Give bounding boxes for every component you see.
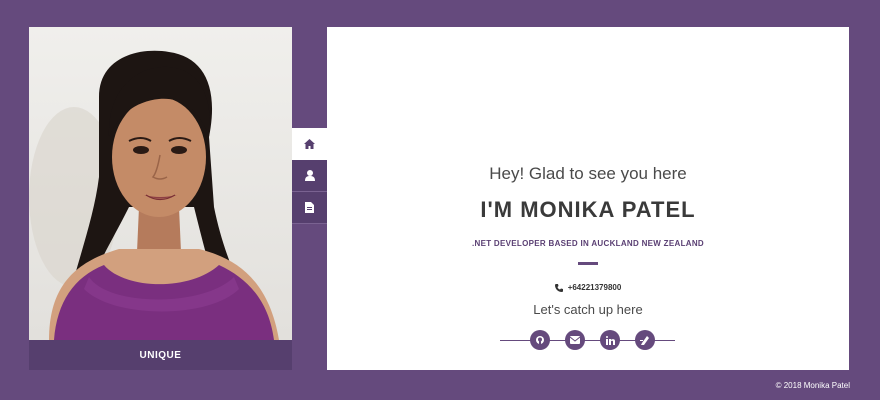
blog-icon (640, 336, 649, 345)
phone-number: +64221379800 (567, 283, 622, 292)
linkedin-button[interactable] (600, 330, 620, 350)
divider (578, 262, 598, 265)
greeting-text: Hey! Glad to see you here (489, 164, 687, 183)
nav-home[interactable] (292, 128, 327, 160)
nav-about[interactable] (292, 160, 327, 192)
nav-resume[interactable] (292, 192, 327, 224)
profile-caption: UNIQUE (29, 340, 292, 370)
email-icon (570, 336, 580, 344)
linkedin-icon (605, 335, 615, 345)
document-icon (305, 202, 314, 213)
side-nav (292, 128, 327, 224)
social-links (530, 330, 655, 350)
github-icon (536, 336, 544, 344)
phone-contact[interactable]: +64221379800 (327, 283, 849, 292)
intro-card: Hey! Glad to see you here I'M MONIKA PAT… (327, 27, 849, 370)
catchup-text: Let's catch up here (533, 302, 643, 317)
profile-photo-card: UNIQUE (29, 27, 292, 370)
page-title: I'M MONIKA PATEL (480, 197, 696, 222)
profile-photo (29, 27, 292, 340)
home-icon (304, 138, 315, 149)
phone-icon (554, 283, 563, 292)
email-button[interactable] (565, 330, 585, 350)
github-button[interactable] (530, 330, 550, 350)
user-icon (304, 170, 315, 181)
blog-button[interactable] (635, 330, 655, 350)
footer-copyright: © 2018 Monika Patel (775, 381, 850, 390)
tagline: .NET DEVELOPER BASED IN AUCKLAND NEW ZEA… (471, 239, 705, 248)
